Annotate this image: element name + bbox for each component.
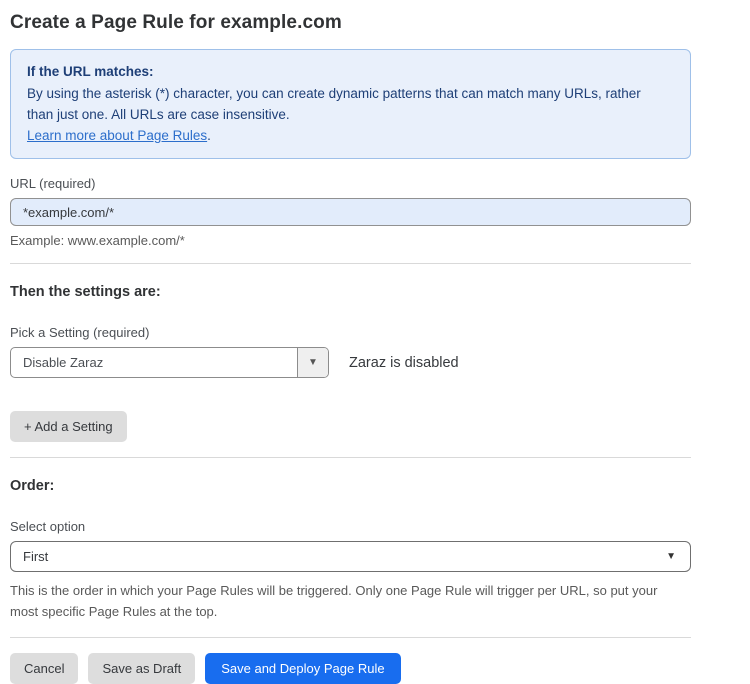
url-input[interactable]	[10, 198, 691, 226]
add-setting-button[interactable]: + Add a Setting	[10, 411, 127, 442]
setting-select-value: Disable Zaraz	[11, 348, 297, 377]
setting-select[interactable]: Disable Zaraz ▼	[10, 347, 329, 378]
save-and-deploy-button[interactable]: Save and Deploy Page Rule	[205, 653, 400, 684]
url-match-info-box: If the URL matches: By using the asteris…	[10, 49, 691, 159]
chevron-down-icon: ▼	[308, 357, 318, 368]
order-select[interactable]: First ▼	[10, 541, 691, 572]
setting-row: Disable Zaraz ▼ Zaraz is disabled	[10, 347, 691, 378]
divider	[10, 637, 691, 638]
info-box-link-line: Learn more about Page Rules.	[27, 125, 674, 146]
info-box-body: By using the asterisk (*) character, you…	[27, 83, 647, 125]
divider	[10, 457, 691, 458]
order-select-label: Select option	[10, 519, 691, 534]
actions-row: Cancel Save as Draft Save and Deploy Pag…	[10, 653, 691, 684]
order-help-text: This is the order in which your Page Rul…	[10, 580, 680, 622]
setting-select-arrow-button[interactable]: ▼	[297, 348, 328, 377]
info-box-heading: If the URL matches:	[27, 61, 674, 82]
setting-picker-label: Pick a Setting (required)	[10, 325, 691, 340]
chevron-down-icon: ▼	[666, 551, 676, 562]
settings-section-heading: Then the settings are:	[10, 284, 691, 300]
cancel-button[interactable]: Cancel	[10, 653, 78, 684]
setting-status-text: Zaraz is disabled	[349, 355, 459, 371]
page-title: Create a Page Rule for example.com	[10, 12, 691, 34]
order-select-value: First	[23, 549, 48, 564]
divider	[10, 263, 691, 264]
order-section-heading: Order:	[10, 478, 691, 494]
link-suffix: .	[207, 128, 211, 143]
url-field-label: URL (required)	[10, 176, 691, 191]
page-rule-form: Create a Page Rule for example.com If th…	[0, 0, 750, 670]
url-example-hint: Example: www.example.com/*	[10, 233, 691, 248]
learn-more-link[interactable]: Learn more about Page Rules	[27, 128, 207, 143]
save-as-draft-button[interactable]: Save as Draft	[88, 653, 195, 684]
